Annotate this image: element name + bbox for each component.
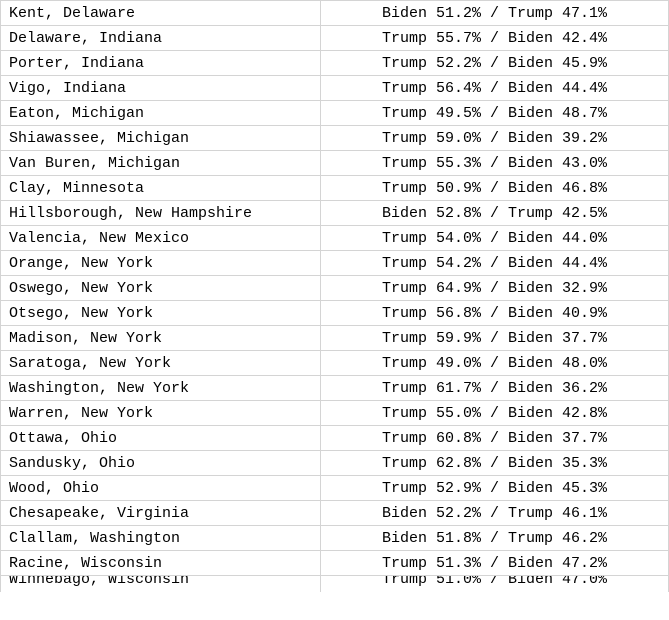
table-row: Delaware, IndianaTrump 55.7% / Biden 42.… [1, 26, 669, 51]
county-cell: Chesapeake, Virginia [1, 501, 321, 526]
county-cell: Saratoga, New York [1, 351, 321, 376]
county-cell: Clay, Minnesota [1, 176, 321, 201]
table-row: Chesapeake, VirginiaBiden 52.2% / Trump … [1, 501, 669, 526]
table-row: Clay, MinnesotaTrump 50.9% / Biden 46.8% [1, 176, 669, 201]
result-cell: Trump 55.0% / Biden 42.8% [321, 401, 669, 426]
table-row: Racine, WisconsinTrump 51.3% / Biden 47.… [1, 551, 669, 576]
result-cell: Trump 59.0% / Biden 39.2% [321, 126, 669, 151]
result-cell: Trump 55.3% / Biden 43.0% [321, 151, 669, 176]
table-row: Clallam, WashingtonBiden 51.8% / Trump 4… [1, 526, 669, 551]
table-row: Hillsborough, New HampshireBiden 52.8% /… [1, 201, 669, 226]
table-row: Valencia, New MexicoTrump 54.0% / Biden … [1, 226, 669, 251]
result-cell: Trump 59.9% / Biden 37.7% [321, 326, 669, 351]
result-cell: Trump 55.7% / Biden 42.4% [321, 26, 669, 51]
county-cell: Wood, Ohio [1, 476, 321, 501]
county-cell: Hillsborough, New Hampshire [1, 201, 321, 226]
county-cell: Vigo, Indiana [1, 76, 321, 101]
table-row: Otsego, New YorkTrump 56.8% / Biden 40.9… [1, 301, 669, 326]
county-cell: Madison, New York [1, 326, 321, 351]
county-cell: Eaton, Michigan [1, 101, 321, 126]
table-row: Shiawassee, MichiganTrump 59.0% / Biden … [1, 126, 669, 151]
result-cell: Trump 51.0% / Biden 47.0% [321, 576, 669, 592]
county-cell: Otsego, New York [1, 301, 321, 326]
county-cell: Kent, Delaware [1, 1, 321, 26]
result-cell: Trump 62.8% / Biden 35.3% [321, 451, 669, 476]
table-row: Saratoga, New YorkTrump 49.0% / Biden 48… [1, 351, 669, 376]
county-cell: Porter, Indiana [1, 51, 321, 76]
table-row: Madison, New YorkTrump 59.9% / Biden 37.… [1, 326, 669, 351]
result-cell: Trump 54.2% / Biden 44.4% [321, 251, 669, 276]
result-cell: Biden 52.2% / Trump 46.1% [321, 501, 669, 526]
county-cell: Racine, Wisconsin [1, 551, 321, 576]
county-cell: Oswego, New York [1, 276, 321, 301]
county-cell: Delaware, Indiana [1, 26, 321, 51]
table-row: Oswego, New YorkTrump 64.9% / Biden 32.9… [1, 276, 669, 301]
county-cell: Shiawassee, Michigan [1, 126, 321, 151]
county-cell: Orange, New York [1, 251, 321, 276]
result-cell: Trump 61.7% / Biden 36.2% [321, 376, 669, 401]
table-row: Sandusky, OhioTrump 62.8% / Biden 35.3% [1, 451, 669, 476]
table-row: Orange, New YorkTrump 54.2% / Biden 44.4… [1, 251, 669, 276]
table-row: Kent, DelawareBiden 51.2% / Trump 47.1% [1, 1, 669, 26]
county-cell: Warren, New York [1, 401, 321, 426]
county-cell: Sandusky, Ohio [1, 451, 321, 476]
result-cell: Trump 49.0% / Biden 48.0% [321, 351, 669, 376]
result-cell: Trump 52.2% / Biden 45.9% [321, 51, 669, 76]
result-cell: Trump 64.9% / Biden 32.9% [321, 276, 669, 301]
result-cell: Trump 56.8% / Biden 40.9% [321, 301, 669, 326]
table-row: Winnebago, WisconsinTrump 51.0% / Biden … [1, 576, 669, 592]
result-cell: Trump 56.4% / Biden 44.4% [321, 76, 669, 101]
county-cell: Washington, New York [1, 376, 321, 401]
county-cell: Ottawa, Ohio [1, 426, 321, 451]
table-row: Warren, New YorkTrump 55.0% / Biden 42.8… [1, 401, 669, 426]
result-cell: Trump 51.3% / Biden 47.2% [321, 551, 669, 576]
county-cell: Winnebago, Wisconsin [1, 576, 321, 592]
result-cell: Trump 49.5% / Biden 48.7% [321, 101, 669, 126]
result-cell: Trump 52.9% / Biden 45.3% [321, 476, 669, 501]
result-cell: Trump 54.0% / Biden 44.0% [321, 226, 669, 251]
table-row: Porter, IndianaTrump 52.2% / Biden 45.9% [1, 51, 669, 76]
table-row: Ottawa, OhioTrump 60.8% / Biden 37.7% [1, 426, 669, 451]
result-cell: Trump 50.9% / Biden 46.8% [321, 176, 669, 201]
result-cell: Trump 60.8% / Biden 37.7% [321, 426, 669, 451]
county-cell: Valencia, New Mexico [1, 226, 321, 251]
county-cell: Clallam, Washington [1, 526, 321, 551]
table-row: Washington, New YorkTrump 61.7% / Biden … [1, 376, 669, 401]
table-row: Wood, OhioTrump 52.9% / Biden 45.3% [1, 476, 669, 501]
table-row: Eaton, MichiganTrump 49.5% / Biden 48.7% [1, 101, 669, 126]
table-row: Van Buren, MichiganTrump 55.3% / Biden 4… [1, 151, 669, 176]
result-cell: Biden 51.8% / Trump 46.2% [321, 526, 669, 551]
table-row: Vigo, IndianaTrump 56.4% / Biden 44.4% [1, 76, 669, 101]
result-cell: Biden 52.8% / Trump 42.5% [321, 201, 669, 226]
result-cell: Biden 51.2% / Trump 47.1% [321, 1, 669, 26]
results-table: Kent, DelawareBiden 51.2% / Trump 47.1%D… [0, 0, 669, 592]
county-cell: Van Buren, Michigan [1, 151, 321, 176]
